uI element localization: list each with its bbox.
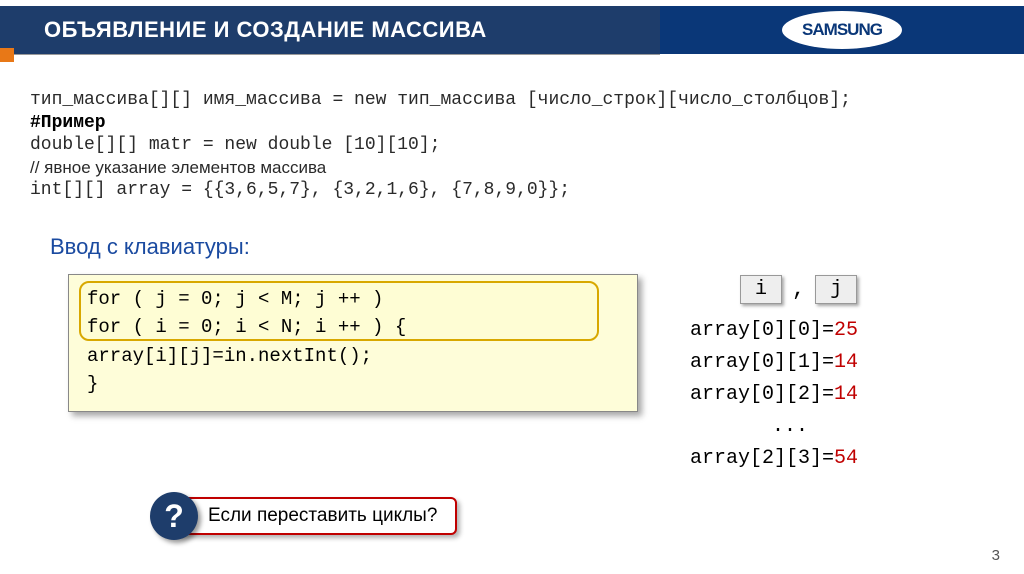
array-literal: int[][] array = {{3,6,5,7}, {3,2,1,6}, {… <box>30 178 992 203</box>
logo-text: SAMSUNG <box>802 20 882 40</box>
comment-line: // явное указание элементов массива <box>30 158 992 178</box>
samsung-logo: SAMSUNG <box>782 11 902 49</box>
output-row-0: array[0][0]=25 <box>690 315 890 347</box>
page-number: 3 <box>992 547 1000 564</box>
code-line-4: } <box>87 370 619 399</box>
code-line-1: for ( j = 0; j < M; j ++ ) <box>87 285 619 314</box>
slide-header: ОБЪЯВЛЕНИЕ И СОЗДАНИЕ МАССИВА SAMSUNG <box>0 0 1024 58</box>
comma: , <box>790 277 807 302</box>
question-text: Если переставить циклы? <box>174 497 457 535</box>
syntax-declaration: тип_массива[][] имя_массива = new тип_ма… <box>30 88 992 113</box>
example-label: #Пример <box>30 113 992 133</box>
page-title: ОБЪЯВЛЕНИЕ И СОЗДАНИЕ МАССИВА <box>44 17 487 43</box>
j-label: j <box>815 275 857 304</box>
index-labels: i , j <box>740 275 857 304</box>
section-title: Ввод с клавиатуры: <box>50 234 992 260</box>
i-label: i <box>740 275 782 304</box>
output-row-2: array[0][2]=14 <box>690 379 890 411</box>
logo-bar: SAMSUNG <box>660 6 1024 54</box>
accent-square <box>0 48 14 62</box>
output-row-1: array[0][1]=14 <box>690 347 890 379</box>
title-underline <box>14 54 660 55</box>
code-line-2: for ( i = 0; i < N; i ++ ) { <box>87 313 619 342</box>
example-code: double[][] matr = new double [10][10]; <box>30 133 992 158</box>
title-bar: ОБЪЯВЛЕНИЕ И СОЗДАНИЕ МАССИВА <box>0 6 660 54</box>
question-callout: ? Если переставить циклы? <box>150 492 457 540</box>
array-output: array[0][0]=25 array[0][1]=14 array[0][2… <box>690 315 890 475</box>
question-mark-icon: ? <box>150 492 198 540</box>
code-block: for ( j = 0; j < M; j ++ ) for ( i = 0; … <box>68 274 638 412</box>
output-dots: ... <box>690 411 890 443</box>
code-line-3: array[i][j]=in.nextInt(); <box>87 342 619 371</box>
output-row-last: array[2][3]=54 <box>690 443 890 475</box>
